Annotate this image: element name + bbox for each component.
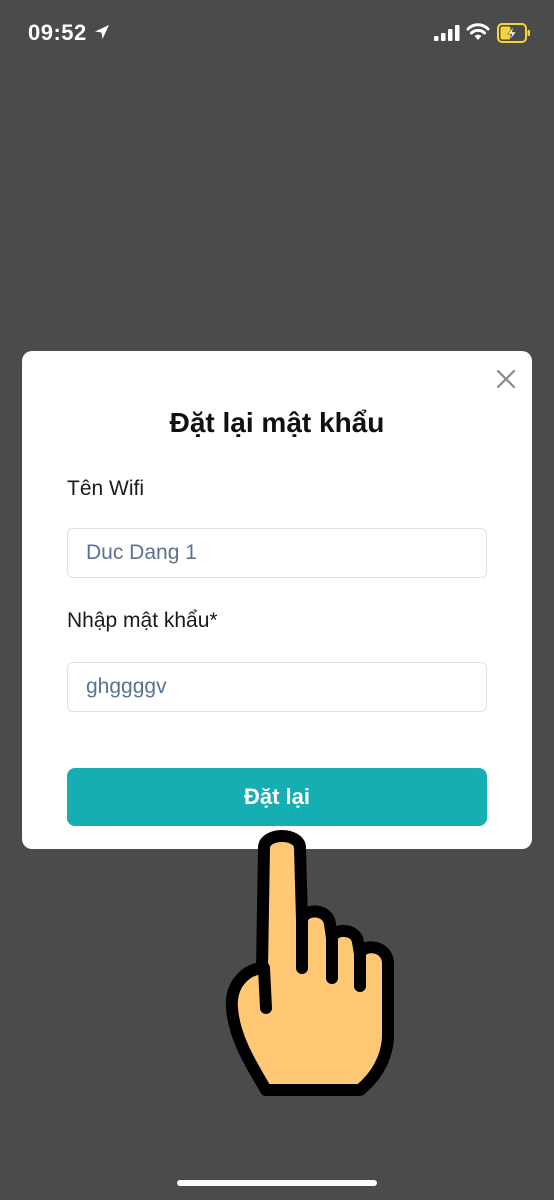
wifi-icon	[466, 23, 490, 40]
reset-password-dialog: Đặt lại mật khẩu Tên Wifi Nhập mật khẩu*…	[22, 351, 532, 849]
wifi-name-input[interactable]	[67, 528, 487, 578]
reset-button[interactable]: Đặt lại	[67, 768, 487, 826]
wifi-name-label: Tên Wifi	[67, 477, 145, 500]
status-time: 09:52	[28, 20, 87, 45]
app-screen: 09:52 Đặt lại mật khẩu Tên Wifi Duc Dang…	[0, 0, 554, 1200]
battery-charging-icon	[497, 23, 530, 43]
location-arrow-icon	[95, 25, 109, 39]
home-indicator[interactable]	[177, 1180, 377, 1186]
dialog-title: Đặt lại mật khẩu	[169, 407, 385, 438]
password-input[interactable]	[67, 662, 487, 712]
password-label: Nhập mật khẩu*	[67, 609, 218, 632]
status-bar: 09:52	[0, 0, 554, 68]
cellular-signal-icon	[434, 25, 460, 41]
close-icon[interactable]	[494, 367, 518, 391]
pointing-hand-icon	[225, 830, 394, 1096]
